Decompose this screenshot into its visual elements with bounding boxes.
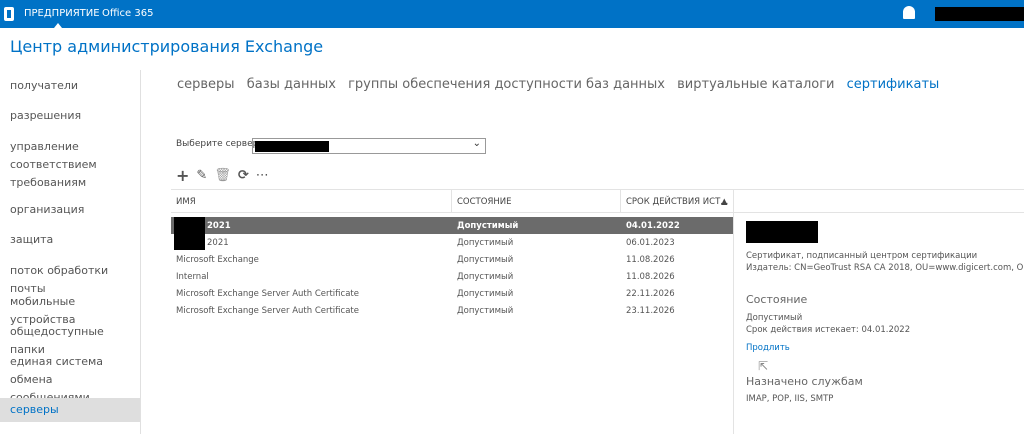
sidebar-item-permissions[interactable]: разрешения	[0, 107, 140, 125]
top-bar: ПРЕДПРИЯТИЕ Office 365	[0, 0, 1024, 28]
services-heading: Назначено службам	[746, 375, 863, 388]
sidebar-item-organization[interactable]: организация	[0, 201, 140, 219]
sidebar-item-compliance[interactable]: управление соответствием требованиям	[0, 138, 120, 192]
add-icon[interactable]: +	[176, 166, 189, 185]
tab-virtual-directories[interactable]: виртуальные каталоги	[677, 77, 834, 92]
status-value: Допустимый	[746, 313, 803, 323]
delete-icon[interactable]: 🗑	[214, 168, 231, 183]
toolbar: + ✎ 🗑 ⟳ ⋯	[176, 166, 269, 185]
table-row[interactable]: 2021 Допустимый 06.01.2023	[171, 234, 733, 251]
table-row[interactable]: Microsoft Exchange Server Auth Certifica…	[171, 302, 733, 319]
certificate-issuer: Издатель: CN=GeoTrust RSA CA 2018, OU=ww…	[746, 263, 1024, 273]
mouse-cursor-icon: ⇱	[758, 359, 769, 373]
sidebar-item-protection[interactable]: защита	[0, 231, 140, 249]
edit-icon[interactable]: ✎	[196, 168, 207, 183]
sidebar-item-servers[interactable]: серверы	[0, 398, 140, 422]
sidebar: получатели разрешения управление соответ…	[0, 70, 141, 434]
more-icon[interactable]: ⋯	[256, 168, 269, 183]
enterprise-link[interactable]: ПРЕДПРИЯТИЕ	[24, 8, 100, 19]
sort-ascending-icon[interactable]: ▲	[721, 197, 728, 207]
certificate-type: Сертификат, подписанный центром сертифик…	[746, 251, 978, 261]
active-caret-icon	[54, 23, 62, 28]
certificate-name-redacted	[746, 221, 818, 243]
details-pane: Сертификат, подписанный центром сертифик…	[733, 213, 1024, 434]
status-heading: Состояние	[746, 293, 808, 306]
tab-dag[interactable]: группы обеспечения доступности баз данны…	[348, 77, 665, 92]
sidebar-item-recipients[interactable]: получатели	[0, 77, 140, 95]
tab-servers[interactable]: серверы	[177, 77, 235, 92]
column-name[interactable]: ИМЯ	[176, 197, 196, 207]
table-row[interactable]: Internal Допустимый 11.08.2026	[171, 268, 733, 285]
server-name-redacted	[255, 141, 329, 152]
table-row[interactable]: Microsoft Exchange Допустимый 11.08.2026	[171, 251, 733, 268]
server-select-label: Выберите сервер:	[176, 139, 262, 149]
server-select[interactable]: ⌄	[252, 138, 486, 154]
user-name-redacted[interactable]	[935, 7, 1024, 21]
redacted-name	[174, 217, 205, 250]
services-value: IMAP, POP, IIS, SMTP	[746, 394, 834, 404]
column-expires[interactable]: СРОК ДЕЙСТВИЯ ИСТ...	[626, 197, 728, 207]
table-row[interactable]: 2021 Допустимый 04.01.2022	[171, 217, 733, 234]
expires-value: Срок действия истекает: 04.01.2022	[746, 325, 911, 335]
table-header: ИМЯ СОСТОЯНИЕ СРОК ДЕЙСТВИЯ ИСТ... ▲	[171, 189, 1024, 213]
chevron-down-icon: ⌄	[472, 138, 481, 149]
refresh-icon[interactable]: ⟳	[238, 168, 249, 183]
tab-databases[interactable]: базы данных	[247, 77, 336, 92]
office365-link[interactable]: Office 365	[102, 8, 153, 19]
column-status[interactable]: СОСТОЯНИЕ	[457, 197, 511, 207]
renew-link[interactable]: Продлить	[746, 343, 790, 353]
page-title: Центр администрирования Exchange	[10, 37, 324, 56]
tab-certificates[interactable]: сертификаты	[847, 77, 940, 92]
bell-icon[interactable]	[903, 6, 915, 19]
office-logo-icon[interactable]	[4, 7, 14, 21]
table-row[interactable]: Microsoft Exchange Server Auth Certifica…	[171, 285, 733, 302]
tabs: серверы базы данных группы обеспечения д…	[177, 77, 947, 92]
